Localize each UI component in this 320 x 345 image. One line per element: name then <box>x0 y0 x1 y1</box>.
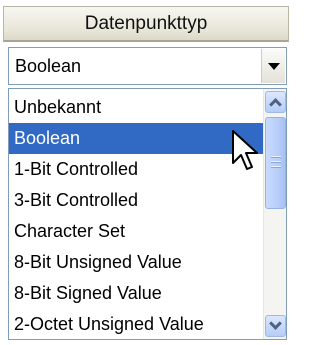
datapoint-type-combobox[interactable]: Boolean <box>8 47 287 85</box>
list-item[interactable]: 2-Octet Unsigned Value <box>9 309 263 339</box>
scroll-up-button[interactable] <box>265 91 286 113</box>
list-item[interactable]: 1-Bit Controlled <box>9 154 263 185</box>
vertical-scrollbar[interactable] <box>263 89 286 339</box>
combobox-selected-value: Boolean <box>15 56 82 76</box>
triangle-down-icon <box>268 63 280 70</box>
list-item-selected[interactable]: Boolean <box>9 123 263 154</box>
list-item[interactable]: 3-Bit Controlled <box>9 185 263 216</box>
dropdown-button[interactable] <box>261 49 285 83</box>
column-header[interactable]: Datenpunkttyp <box>3 6 289 42</box>
chevron-down-icon <box>269 317 282 330</box>
grip-line <box>271 166 281 168</box>
column-header-label: Datenpunkttyp <box>84 12 208 34</box>
grip-line <box>271 161 281 163</box>
list-item[interactable]: 8-Bit Signed Value <box>9 278 263 309</box>
list-item[interactable]: Character Set <box>9 216 263 247</box>
scrollbar-thumb[interactable] <box>265 117 286 209</box>
arrow-cursor-icon <box>232 130 258 170</box>
dropdown-list[interactable]: Unbekannt Boolean 1-Bit Controlled 3-Bit… <box>8 88 287 340</box>
chevron-up-icon <box>269 98 282 111</box>
list-item[interactable]: 8-Bit Unsigned Value <box>9 247 263 278</box>
grip-line <box>271 156 281 158</box>
list-item[interactable]: Unbekannt <box>9 92 263 123</box>
scroll-down-button[interactable] <box>265 315 286 337</box>
